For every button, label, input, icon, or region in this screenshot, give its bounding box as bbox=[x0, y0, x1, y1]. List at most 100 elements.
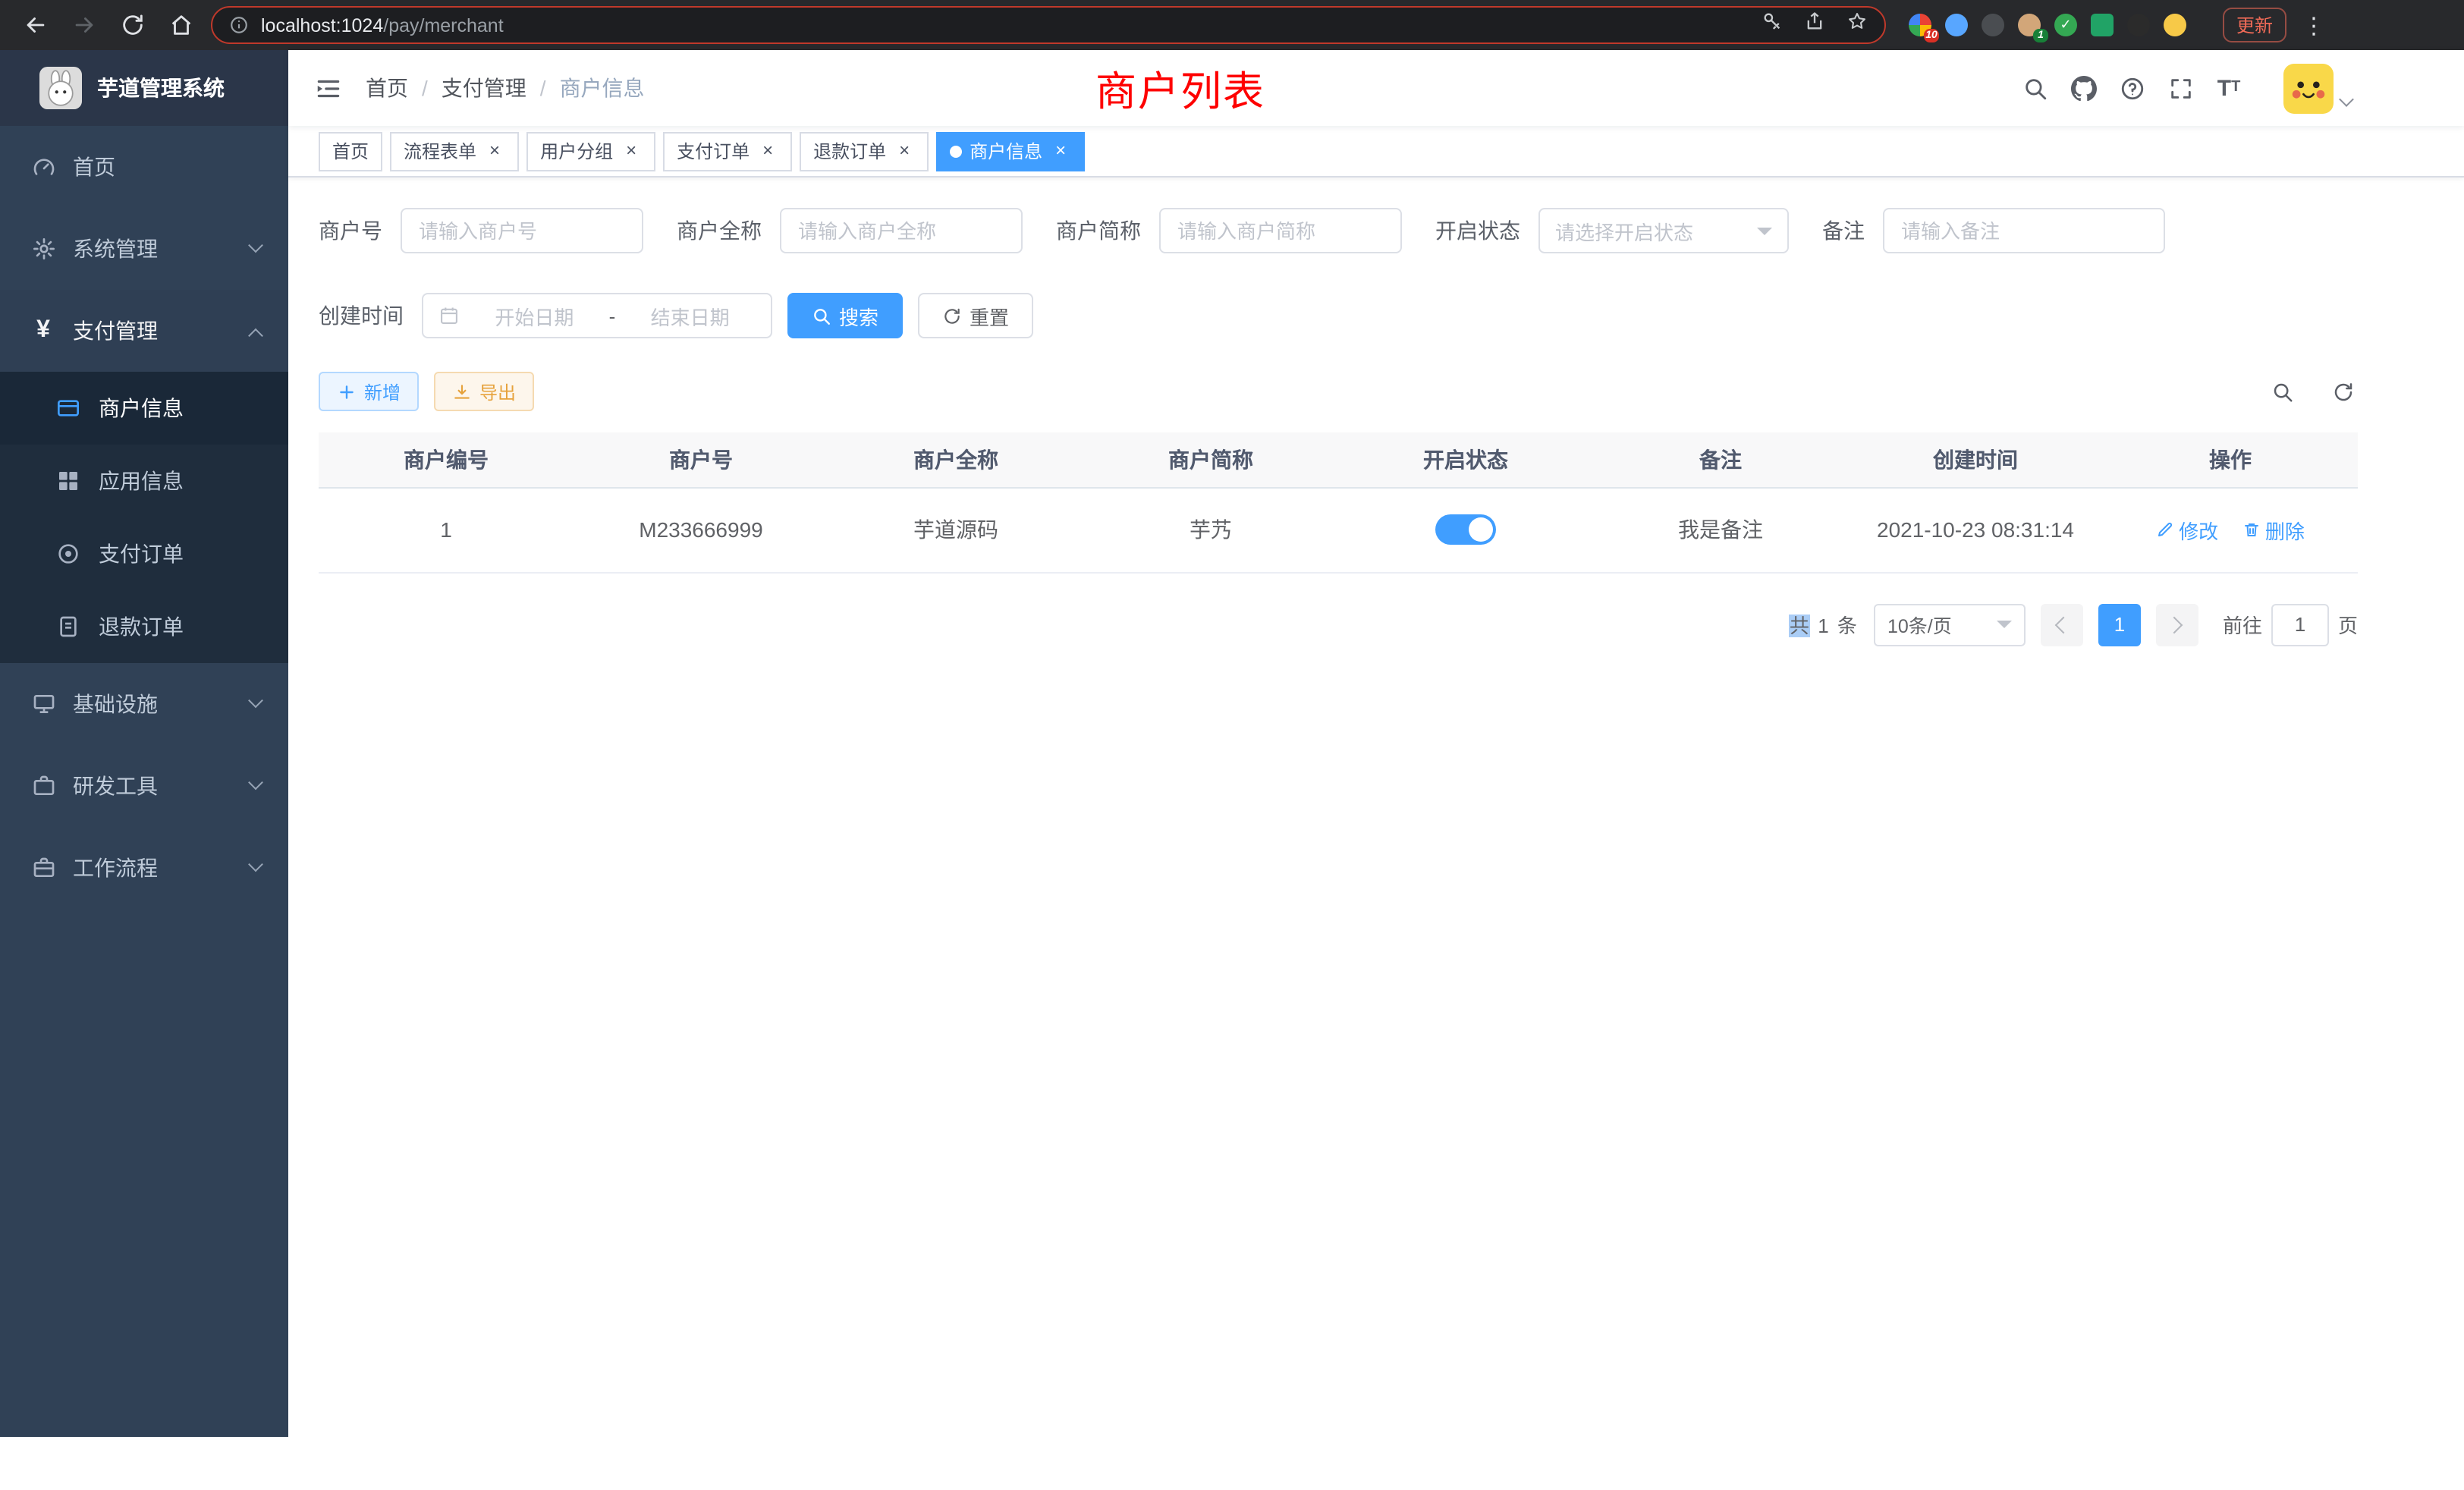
tab-process-form[interactable]: 流程表单× bbox=[390, 131, 519, 171]
help-icon[interactable] bbox=[2117, 73, 2147, 103]
sidebar-item-merchant-info[interactable]: 商户信息 bbox=[0, 372, 288, 445]
tab-home[interactable]: 首页 bbox=[319, 131, 382, 171]
address-bar[interactable]: localhost:1024/pay/merchant bbox=[211, 6, 1886, 44]
sidebar-item-infra[interactable]: 基础设施 bbox=[0, 663, 288, 745]
sidebar-item-label: 基础设施 bbox=[73, 689, 158, 719]
sidebar-item-pay-order[interactable]: 支付订单 bbox=[0, 517, 288, 590]
briefcase-icon bbox=[30, 855, 56, 881]
back-icon[interactable] bbox=[15, 5, 55, 45]
breadcrumb-item[interactable]: 首页 bbox=[366, 73, 408, 103]
next-page-button[interactable] bbox=[2156, 603, 2198, 646]
sidebar-item-system[interactable]: 系统管理 bbox=[0, 208, 288, 290]
filter-label: 创建时间 bbox=[319, 300, 404, 331]
site-info-icon[interactable] bbox=[229, 15, 249, 35]
export-button[interactable]: 导出 bbox=[434, 372, 534, 411]
browser-update-button[interactable]: 更新 bbox=[2223, 8, 2286, 42]
browser-menu-icon[interactable]: ⋮ bbox=[2302, 11, 2326, 39]
chevron-down-icon bbox=[1757, 227, 1772, 242]
breadcrumb-separator: / bbox=[422, 76, 428, 100]
browser-nav-buttons bbox=[15, 5, 200, 45]
close-icon[interactable]: × bbox=[484, 140, 505, 162]
remark-input[interactable] bbox=[1883, 208, 2165, 253]
select-placeholder: 请选择开启状态 bbox=[1555, 216, 1748, 245]
share-icon[interactable] bbox=[1804, 11, 1825, 39]
password-key-icon[interactable] bbox=[1762, 11, 1783, 39]
sidebar-item-label: 工作流程 bbox=[73, 853, 158, 883]
font-size-icon[interactable]: TT bbox=[2214, 73, 2244, 103]
goto-page-input[interactable] bbox=[2271, 603, 2329, 646]
extension-icon[interactable]: ✓ bbox=[2054, 14, 2077, 36]
chevron-right-icon bbox=[2167, 616, 2184, 633]
filter-remark: 备注 bbox=[1822, 208, 2165, 253]
close-icon[interactable]: × bbox=[1050, 140, 1071, 162]
merchant-table: 商户编号 商户号 商户全称 商户简称 开启状态 备注 创建时间 操作 bbox=[319, 432, 2358, 573]
create-time-range-picker[interactable]: 开始日期 - 结束日期 bbox=[422, 293, 772, 338]
github-icon[interactable] bbox=[2068, 73, 2098, 103]
page-size-select[interactable]: 10条/页 bbox=[1874, 603, 2026, 646]
reload-icon[interactable] bbox=[112, 5, 152, 45]
short-name-input[interactable] bbox=[1159, 208, 1402, 253]
status-select[interactable]: 请选择开启状态 bbox=[1538, 208, 1789, 253]
extension-icon[interactable] bbox=[1982, 14, 2004, 36]
sidebar-item-workflow[interactable]: 工作流程 bbox=[0, 827, 288, 909]
column-header: 商户号 bbox=[574, 432, 828, 487]
reset-button[interactable]: 重置 bbox=[918, 293, 1033, 338]
tab-refund-order[interactable]: 退款订单× bbox=[800, 131, 929, 171]
refresh-icon[interactable] bbox=[2327, 376, 2358, 407]
full-name-input[interactable] bbox=[780, 208, 1023, 253]
app-title: 芋道管理系统 bbox=[97, 73, 225, 103]
close-icon[interactable]: × bbox=[757, 140, 778, 162]
sidebar-item-refund-order[interactable]: 退款订单 bbox=[0, 590, 288, 663]
sidebar-menu: 首页 系统管理 ¥ 支付管理 bbox=[0, 126, 288, 909]
sidebar-item-app-info[interactable]: 应用信息 bbox=[0, 445, 288, 517]
toggle-search-icon[interactable] bbox=[2267, 376, 2297, 407]
page-number-button[interactable]: 1 bbox=[2098, 603, 2141, 646]
column-header: 创建时间 bbox=[1848, 432, 2103, 487]
sidebar-item-devtools[interactable]: 研发工具 bbox=[0, 745, 288, 827]
prev-page-button[interactable] bbox=[2041, 603, 2083, 646]
extension-badge: 1 bbox=[2033, 29, 2048, 42]
extension-icon[interactable] bbox=[2127, 14, 2150, 36]
app-logo-row[interactable]: 芋道管理系统 bbox=[0, 50, 288, 126]
status-toggle[interactable] bbox=[1435, 514, 1496, 545]
fullscreen-icon[interactable] bbox=[2165, 73, 2195, 103]
search-icon[interactable] bbox=[2019, 73, 2050, 103]
breadcrumb-item[interactable]: 支付管理 bbox=[442, 73, 526, 103]
sidebar-item-payment[interactable]: ¥ 支付管理 bbox=[0, 290, 288, 372]
merchant-no-input[interactable] bbox=[401, 208, 643, 253]
extension-icon[interactable]: 10 bbox=[1909, 14, 1931, 36]
filter-label: 开启状态 bbox=[1435, 215, 1520, 246]
extension-icon[interactable]: 1 bbox=[2018, 14, 2041, 36]
avatar bbox=[2283, 63, 2334, 113]
date-separator: - bbox=[600, 304, 625, 327]
extension-icon[interactable] bbox=[2091, 14, 2114, 36]
tab-merchant-info[interactable]: 商户信息× bbox=[936, 131, 1085, 171]
user-menu[interactable] bbox=[2283, 63, 2352, 113]
filter-label: 商户号 bbox=[319, 215, 382, 246]
chevron-down-icon bbox=[2339, 91, 2354, 106]
collapse-sidebar-icon[interactable] bbox=[288, 50, 366, 126]
tab-pay-order[interactable]: 支付订单× bbox=[663, 131, 792, 171]
edit-button[interactable]: 修改 bbox=[2156, 515, 2218, 544]
breadcrumb-separator: / bbox=[540, 76, 546, 100]
extension-icon[interactable] bbox=[2164, 14, 2186, 36]
url-path: /pay/merchant bbox=[383, 14, 503, 36]
sidebar-item-label: 研发工具 bbox=[73, 771, 158, 801]
close-icon[interactable]: × bbox=[621, 140, 642, 162]
sidebar-item-home[interactable]: 首页 bbox=[0, 126, 288, 208]
home-icon[interactable] bbox=[161, 5, 200, 45]
extension-icon[interactable] bbox=[1945, 14, 1968, 36]
search-button[interactable]: 搜索 bbox=[787, 293, 903, 338]
navbar-actions: TT bbox=[2019, 63, 2352, 113]
filter-row-2: 创建时间 开始日期 - 结束日期 bbox=[319, 293, 2358, 338]
delete-button[interactable]: 删除 bbox=[2242, 515, 2305, 544]
column-header: 开启状态 bbox=[1338, 432, 1593, 487]
add-button[interactable]: 新增 bbox=[319, 372, 419, 411]
sidebar-item-label: 支付管理 bbox=[73, 316, 158, 346]
sidebar-item-label: 系统管理 bbox=[73, 234, 158, 264]
close-icon[interactable]: × bbox=[894, 140, 915, 162]
bookmark-star-icon[interactable] bbox=[1846, 11, 1868, 39]
dashboard-icon bbox=[30, 154, 56, 180]
sidebar-item-label: 商户信息 bbox=[99, 393, 184, 423]
tab-user-group[interactable]: 用户分组× bbox=[526, 131, 655, 171]
